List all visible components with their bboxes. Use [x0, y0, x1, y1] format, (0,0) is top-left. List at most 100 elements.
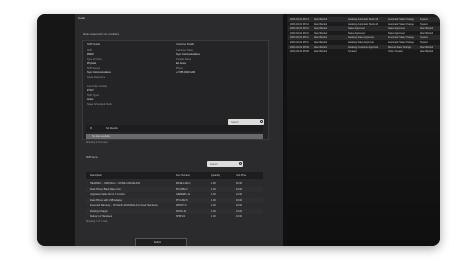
- search-icon: [259, 120, 263, 123]
- items-search-input[interactable]: Search: [207, 161, 243, 167]
- activity-log-cell: Alan Bartlett: [314, 27, 328, 31]
- activity-log-cell: Order Created: [388, 50, 404, 54]
- results-table-header: ID No Results: [86, 125, 263, 132]
- activity-log-cell: Alan Bartlett: [420, 31, 434, 35]
- sop-field-value: Active: [87, 97, 94, 101]
- activity-log-cell: 2023-02-01 08:11: [290, 36, 309, 40]
- results-row-selected[interactable]: No data available: [86, 134, 263, 139]
- activity-log-cell: Manual State Change: [388, 45, 412, 49]
- activity-log-row[interactable]: 2023-02-01 08:06 Alan Bartlett Created Orde…: [288, 49, 440, 54]
- items-cell: PH-1302-5: [176, 198, 188, 202]
- items-cell: 14.00: [236, 209, 242, 213]
- sop-items-header: SOP Items: [86, 156, 98, 159]
- activity-log-cell: Automatic State Change: [388, 36, 414, 40]
- activity-log-cell: Alan Bartlett: [314, 36, 328, 40]
- activity-log-cell: 2023-02-01 08:06: [290, 50, 309, 54]
- activity-log-cell: 2023-02-01 08:12: [290, 31, 309, 35]
- items-cell: Docking Charger: [90, 209, 108, 213]
- activity-log-cell: System: [420, 22, 428, 26]
- customer-field-value: Ed Jones: [176, 61, 186, 65]
- sop-details-header: SOP Details: [87, 43, 100, 46]
- items-cell: HEADSET – USB Mono – NOISE CANCELING: [90, 182, 141, 185]
- items-cell: 64.00: [236, 187, 242, 191]
- screen-frame: Details Mode created with 'xxx' conditio…: [37, 14, 440, 246]
- activity-log-cell: Awaiting Customer Approval: [348, 45, 378, 49]
- customer-field-value: Sync Communications: [176, 52, 200, 56]
- activity-log-cell: Created: [348, 50, 357, 54]
- details-window: Details Mode created with 'xxx' conditio…: [75, 14, 283, 246]
- col-description: Description: [90, 174, 102, 177]
- items-cell: GENERIC-12: [176, 193, 191, 196]
- activity-log-cell: Alan Bartlett: [314, 50, 328, 54]
- items-cell: 12.00: [236, 193, 242, 196]
- items-table-row[interactable]: Docking Charger DOCK-44 1.00 14.00: [86, 208, 263, 214]
- items-cell: 1.00: [211, 204, 216, 207]
- items-cell: PH-2082-2: [176, 187, 188, 191]
- activity-log-cell: Alan Bartlett: [314, 22, 328, 26]
- items-cell: 1.00: [211, 215, 216, 218]
- customer-field-value: +1 555 0100 1234: [176, 70, 196, 74]
- items-cell: BASE-1432-1: [176, 182, 191, 185]
- sop-field-label: Quote Reference: [87, 76, 106, 79]
- items-cell: 1.00: [211, 198, 216, 202]
- sop-field-value: Sync Communications: [87, 70, 111, 74]
- activity-log-cell: 2023-02-01 08:09: [290, 45, 309, 49]
- results-footer: Showing 0 of 0 rows: [86, 141, 108, 144]
- items-table-row[interactable]: Desk Phone Black Base Unit PH-2082-2 1.00 6…: [86, 186, 263, 192]
- activity-log-cell: System: [420, 18, 428, 21]
- activity-log-pane: 2023-02-01 08:14 Alan Bartlett Awaiting Au…: [287, 14, 440, 246]
- left-dark-pane: [37, 14, 75, 246]
- activity-log-cell: System: [420, 41, 428, 44]
- activity-log-cell: Awaiting Sales Approval: [348, 36, 374, 40]
- items-cell: SHIP-02: [176, 215, 186, 218]
- activity-log-cell: Alan Bartlett: [314, 31, 328, 35]
- items-cell: Desk Phone Black Base Unit: [90, 187, 121, 191]
- items-cell: Upgraded Cable Kit for 3 months: [90, 193, 125, 196]
- sop-field-value: #8420: [87, 52, 94, 56]
- customer-details-header: Customer Details: [176, 43, 195, 46]
- sop-field-label: Stage Scheduled Stock: [87, 103, 112, 106]
- col-no-results: No Results: [106, 127, 118, 130]
- items-table-row[interactable]: Upgraded Cable Kit for 3 months GENERIC-1…: [86, 192, 263, 197]
- activity-log-cell: Sales Approved: [388, 31, 405, 35]
- window-title: Details: [78, 17, 86, 20]
- activity-log-cell: Awaiting Automatic Stock Allocation: [348, 22, 378, 26]
- activity-log-cell: Sales Approved: [388, 27, 405, 31]
- activity-log-cell: System: [420, 36, 428, 40]
- items-table-row[interactable]: Extended Warranty – 36 Month ADVANCE (Fo…: [86, 203, 263, 208]
- col-item-number: Item Number: [176, 174, 190, 177]
- items-table-row[interactable]: Delivery of Handsets SHIP-02 1.00 10.00: [86, 214, 263, 219]
- activity-log-cell: Automatic State Change: [388, 41, 414, 44]
- activity-log-cell: 2023-02-01 08:14: [290, 18, 309, 21]
- activity-log-cell: Awaiting Sales Approval: [348, 41, 374, 44]
- activity-log-cell: Automatic State Change: [388, 18, 414, 21]
- col-quantity: Quantity: [211, 174, 220, 177]
- items-cell: WRNTY-6: [176, 204, 187, 207]
- items-cell: Extended Warranty – 36 Month ADVANCE (Fo…: [90, 204, 158, 207]
- activity-log-cell: Alan Bartlett: [420, 27, 434, 31]
- items-cell: Delivery of Handsets: [90, 215, 113, 218]
- items-cell: Desk Phone with USB Adapter: [90, 198, 123, 202]
- search-icon: [238, 162, 242, 165]
- activity-log-cell: 2023-02-01 08:12: [290, 27, 309, 31]
- activity-log-cell: Alan Bartlett: [314, 45, 328, 49]
- col-unit-price: Unit Price: [236, 174, 247, 177]
- items-table-row[interactable]: HEADSET – USB Mono – NOISE CANCELING BASE…: [86, 181, 263, 186]
- items-cell: 10.00: [236, 215, 242, 218]
- sop-items-panel: SOP Items Search Description Item Number…: [82, 154, 267, 232]
- items-cell: 1.00: [211, 193, 216, 196]
- submit-button[interactable]: Submit: [135, 238, 187, 246]
- items-table-row[interactable]: Desk Phone with USB Adapter PH-1302-5 1.00…: [86, 197, 263, 203]
- items-table-header: Description Item Number Quantity Unit Pr…: [86, 172, 263, 179]
- items-cell: 18.00: [236, 198, 242, 202]
- activity-log-cell: Alan Bartlett: [420, 45, 434, 49]
- items-cell: 1.00: [211, 182, 216, 185]
- items-cell: 52.00: [236, 182, 242, 185]
- activity-log-cell: Sales Approved: [348, 27, 365, 31]
- items-cell: DOCK-44: [176, 209, 187, 213]
- activity-log-cell: Awaiting Automatic Stock Allocation: [348, 18, 378, 21]
- activity-log-cell: Alan Bartlett: [314, 41, 328, 44]
- activity-log-cell: Alan Bartlett: [314, 18, 328, 21]
- activity-log-cell: 2023-02-01 08:14: [290, 22, 309, 26]
- items-cell: 1.00: [211, 209, 216, 213]
